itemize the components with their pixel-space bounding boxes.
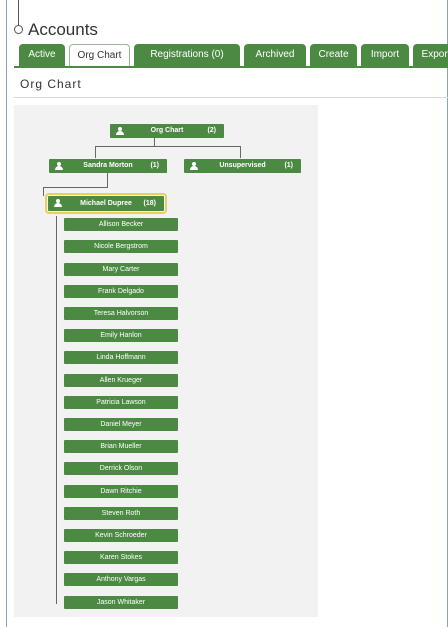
section-divider (14, 97, 448, 98)
tab-create[interactable]: Create (310, 44, 357, 66)
org-chart-canvas: Org Chart (2) Sandra Morton (1) Unsuperv… (14, 105, 318, 617)
org-leaf[interactable]: Karen Stokes (64, 551, 178, 564)
title-connector (18, 0, 19, 25)
org-leaf[interactable]: Steven Roth (64, 507, 178, 520)
connector (154, 138, 155, 146)
connector (43, 187, 44, 196)
org-node-sandra-morton[interactable]: Sandra Morton (1) (49, 159, 167, 173)
org-leaf[interactable]: Nicole Bergstrom (64, 240, 178, 253)
org-leaf[interactable]: Allison Becker (64, 218, 178, 231)
tab-registrations[interactable]: Registrations (0) (134, 44, 240, 66)
tab-archived[interactable]: Archived (244, 44, 306, 66)
connector (95, 146, 240, 147)
org-node-unsupervised[interactable]: Unsupervised (1) (184, 159, 301, 173)
page-title: Accounts (28, 20, 98, 39)
circle-icon (14, 25, 23, 34)
org-leaf[interactable]: Derrick Olson (64, 462, 178, 475)
org-leaf[interactable]: Brian Mueller (64, 440, 178, 453)
connector (107, 173, 108, 187)
org-leaf[interactable]: Frank Delgado (64, 285, 178, 298)
org-leaf[interactable]: Emily Hanlon (64, 329, 178, 342)
org-leaf[interactable]: Linda Hoffmann (64, 351, 178, 364)
org-leaf[interactable]: Jason Whitaker (64, 596, 178, 609)
tab-import[interactable]: Import (361, 44, 409, 66)
org-leaf[interactable]: Anthony Vargas (64, 573, 178, 586)
org-node-michael-dupree[interactable]: Michael Dupree (18) (45, 193, 167, 214)
org-leaf[interactable]: Daniel Meyer (64, 418, 178, 431)
tab-underline (14, 66, 448, 68)
tab-org-chart[interactable]: Org Chart (69, 44, 130, 66)
connector (43, 187, 108, 188)
connector (95, 146, 96, 158)
org-leaf[interactable]: Patricia Lawson (64, 396, 178, 409)
section-title: Org Chart (20, 77, 82, 91)
tab-active[interactable]: Active (19, 44, 65, 66)
tab-export[interactable]: Export (413, 44, 448, 66)
org-leaf[interactable]: Teresa Halvorson (64, 307, 178, 320)
org-leaf[interactable]: Dawn Ritchie (64, 485, 178, 498)
org-leaf[interactable]: Mary Carter (64, 263, 178, 276)
connector (240, 146, 241, 158)
connector (56, 216, 57, 604)
org-node-root[interactable]: Org Chart (2) (110, 124, 224, 138)
org-leaf[interactable]: Kevin Schroeder (64, 529, 178, 542)
org-leaf[interactable]: Allen Krueger (64, 374, 178, 387)
